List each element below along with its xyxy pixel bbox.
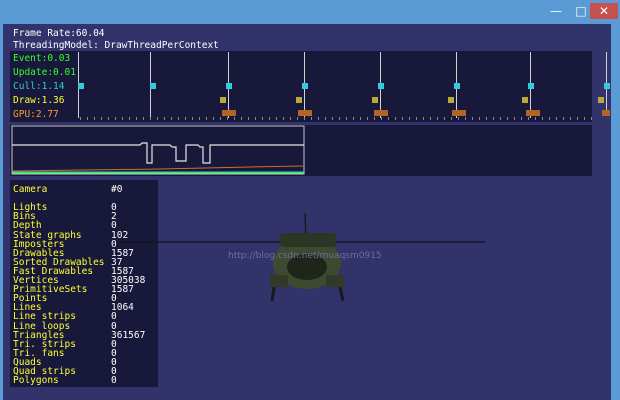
cull-timing-label: Cull:1.14 [13, 81, 65, 92]
left-gear [270, 286, 276, 302]
minimize-button[interactable]: — [545, 3, 567, 19]
engine-housing [280, 233, 336, 247]
draw-mark [220, 97, 226, 103]
update-timing-label: Update:0.01 [13, 67, 76, 78]
timeline-ticks [80, 117, 592, 120]
window-border-right [612, 24, 620, 400]
right-sponson [326, 275, 344, 287]
cull-mark [78, 83, 84, 89]
stat-key: Polygons [13, 375, 59, 387]
left-sponson [270, 275, 288, 287]
cull-mark [150, 83, 156, 89]
cull-mark [454, 83, 460, 89]
watermark-text: http://blog.csdn.net/muaqsm0915 [228, 251, 382, 261]
frame-graph [11, 125, 305, 175]
stat-value: #0 [111, 184, 123, 195]
cull-mark [528, 83, 534, 89]
gpu-bar [222, 110, 236, 116]
frame-marker [606, 52, 607, 112]
maximize-button[interactable]: □ [570, 3, 592, 19]
event-timing-label: Event:0.03 [13, 53, 71, 64]
threading-model-label: ThreadingModel: DrawThreadPerContext [13, 40, 219, 51]
gpu-timing-label: GPU:2.77 [13, 109, 59, 120]
cull-mark [378, 83, 384, 89]
frame-time-line [12, 142, 304, 164]
draw-mark [372, 97, 378, 103]
gpu-time-line [11, 165, 305, 172]
right-gear [338, 286, 345, 302]
gpu-bar [374, 110, 388, 116]
cull-mark [302, 83, 308, 89]
cull-mark [226, 83, 232, 89]
draw-mark [448, 97, 454, 103]
draw-timing-label: Draw:1.36 [13, 95, 65, 106]
stat-value: 0 [111, 375, 117, 387]
draw-mark [522, 97, 528, 103]
gpu-bar [526, 110, 540, 116]
cull-mark [604, 83, 610, 89]
gpu-bar [452, 110, 466, 116]
draw-mark [296, 97, 302, 103]
frame-rate-label: Frame Rate:60.04 [13, 28, 105, 39]
draw-mark [598, 97, 604, 103]
gpu-bar [298, 110, 312, 116]
gpu-bar [602, 110, 610, 116]
stat-key: Camera [13, 184, 48, 195]
title-bar[interactable]: — □ ✕ [0, 0, 620, 25]
close-button[interactable]: ✕ [590, 3, 618, 19]
